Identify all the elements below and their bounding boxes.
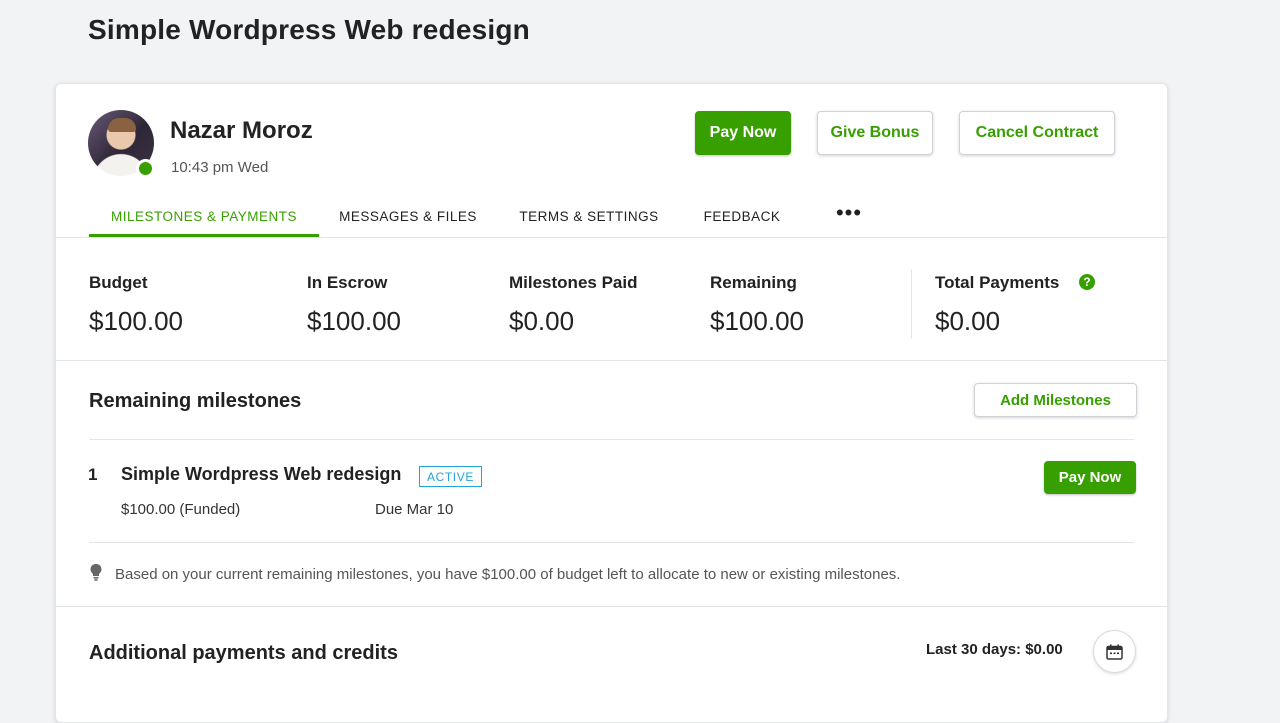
online-status-dot bbox=[136, 159, 155, 178]
tab-terms-settings[interactable]: TERMS & SETTINGS bbox=[513, 202, 665, 238]
additional-divider bbox=[56, 606, 1167, 607]
give-bonus-button[interactable]: Give Bonus bbox=[817, 111, 933, 155]
page-title: Simple Wordpress Web redesign bbox=[88, 14, 530, 45]
cancel-contract-button[interactable]: Cancel Contract bbox=[959, 111, 1115, 155]
tab-milestones-payments[interactable]: MILESTONES & PAYMENTS bbox=[89, 202, 319, 238]
calendar-icon bbox=[1106, 644, 1123, 660]
milestone-number: 1 bbox=[88, 465, 98, 484]
stat-total-payments-value: $0.00 bbox=[935, 306, 1001, 336]
more-tabs-icon[interactable]: ••• bbox=[829, 200, 869, 236]
milestone-pay-now-button[interactable]: Pay Now bbox=[1044, 461, 1136, 494]
status-badge: ACTIVE bbox=[419, 466, 482, 487]
milestone-title: Simple Wordpress Web redesign bbox=[121, 464, 402, 484]
calendar-button[interactable] bbox=[1093, 630, 1136, 673]
stat-remaining-label: Remaining bbox=[710, 273, 797, 292]
milestones-divider bbox=[89, 439, 1134, 440]
stat-milestones-paid-label: Milestones Paid bbox=[509, 273, 638, 292]
add-milestones-button[interactable]: Add Milestones bbox=[974, 383, 1137, 417]
stat-budget-label: Budget bbox=[89, 273, 148, 292]
lightbulb-icon bbox=[90, 564, 102, 581]
milestone-due-date: Due Mar 10 bbox=[375, 501, 454, 518]
stats-divider bbox=[56, 360, 1167, 361]
stat-milestones-paid-value: $0.00 bbox=[509, 306, 575, 336]
additional-payments-title: Additional payments and credits bbox=[89, 642, 398, 664]
freelancer-name[interactable]: Nazar Moroz bbox=[170, 117, 313, 145]
stat-total-payments-label: Total Payments bbox=[935, 273, 1060, 292]
remaining-milestones-title: Remaining milestones bbox=[89, 390, 302, 412]
last-30-days-summary: Last 30 days: $0.00 bbox=[926, 641, 1063, 658]
contract-card: Nazar Moroz 10:43 pm Wed Pay Now Give Bo… bbox=[55, 83, 1168, 723]
milestone-amount: $100.00 (Funded) bbox=[121, 501, 241, 518]
stat-remaining-value: $100.00 bbox=[710, 306, 804, 336]
tab-feedback[interactable]: FEEDBACK bbox=[697, 202, 787, 238]
stat-escrow-label: In Escrow bbox=[307, 273, 388, 292]
question-circle-icon[interactable]: ? bbox=[1079, 274, 1095, 290]
hint-divider bbox=[89, 542, 1134, 543]
avatar-hair bbox=[108, 118, 136, 132]
tabs-divider bbox=[56, 237, 1167, 238]
pay-now-button[interactable]: Pay Now bbox=[695, 111, 791, 155]
tab-messages-files[interactable]: MESSAGES & FILES bbox=[335, 202, 481, 238]
freelancer-local-time: 10:43 pm Wed bbox=[171, 159, 269, 176]
budget-hint: Based on your current remaining mileston… bbox=[115, 566, 901, 583]
stats-separator bbox=[911, 269, 912, 339]
stat-budget-value: $100.00 bbox=[89, 306, 183, 336]
stat-escrow-value: $100.00 bbox=[307, 306, 401, 336]
